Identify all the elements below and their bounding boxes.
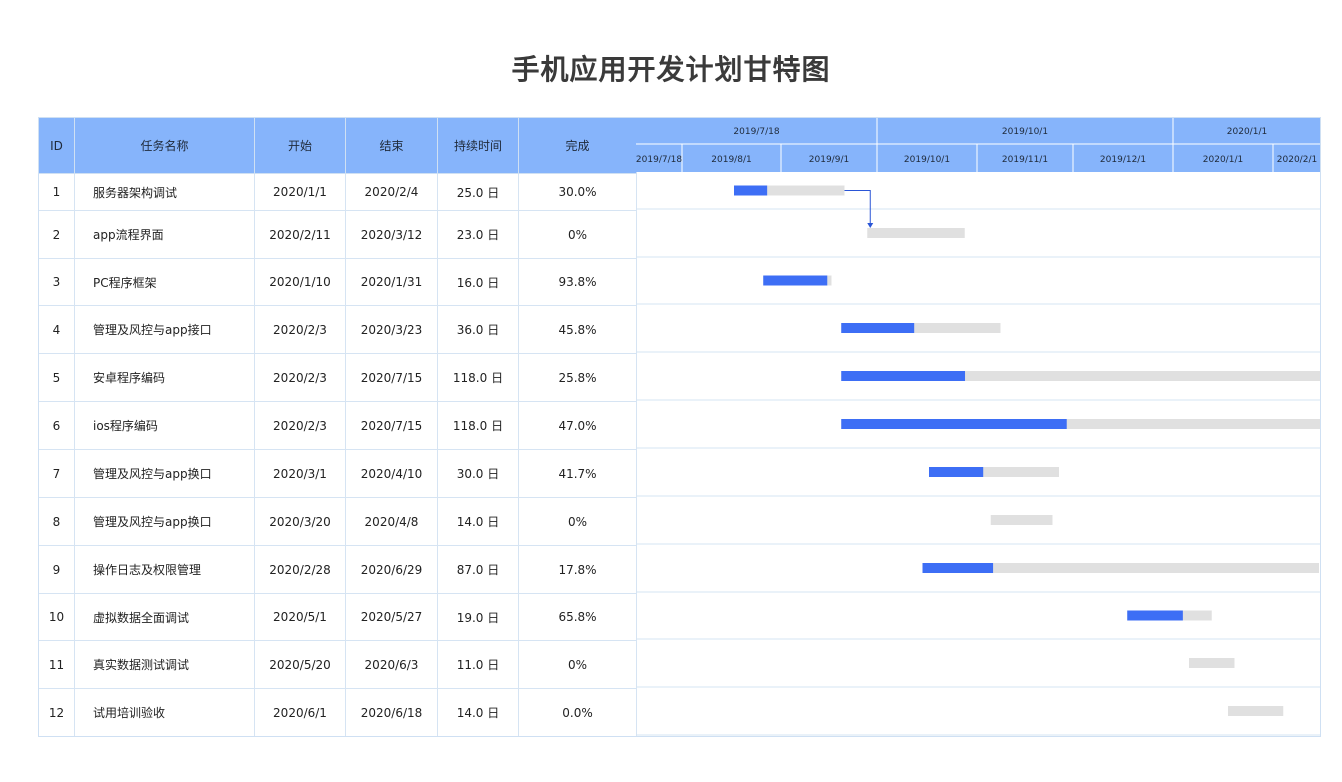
grid-frame <box>38 117 1321 737</box>
chart-title: 手机应用开发计划甘特图 <box>511 53 831 86</box>
